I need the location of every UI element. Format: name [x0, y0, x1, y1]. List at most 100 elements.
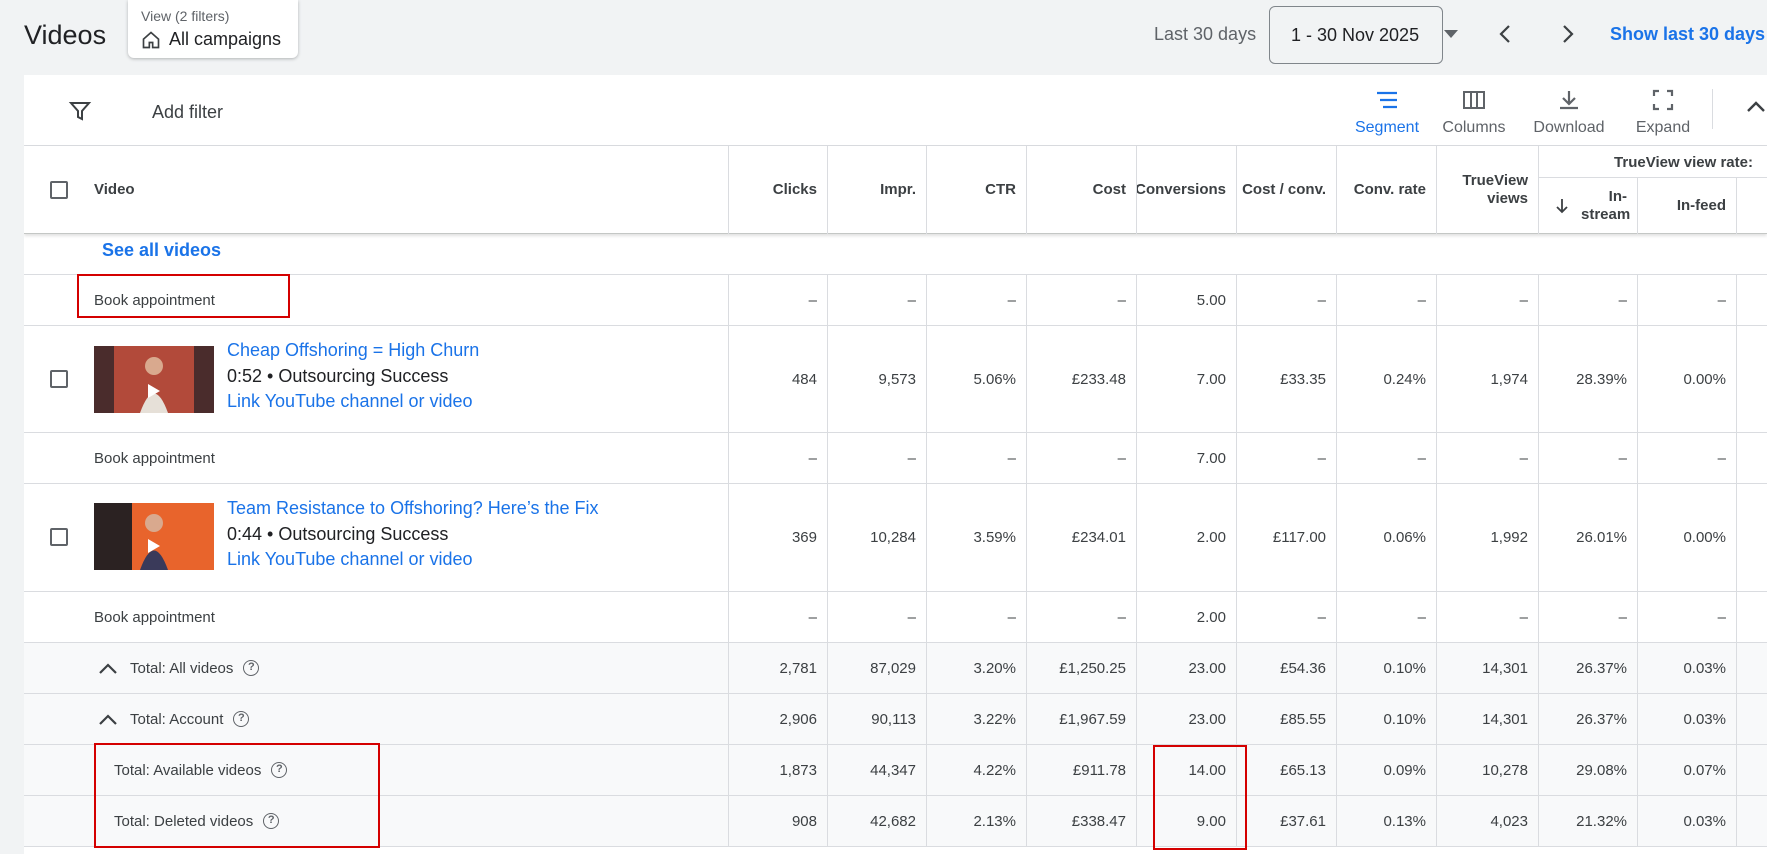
- video-thumbnail[interactable]: [94, 346, 214, 413]
- cell-more: [1736, 643, 1767, 693]
- link-youtube-link[interactable]: Link YouTube channel or video: [227, 549, 473, 570]
- cell-conversions: 5.00: [1136, 275, 1236, 325]
- columns-label: Columns: [1442, 119, 1506, 136]
- chevron-up-icon[interactable]: [98, 713, 118, 725]
- cell-trueview-views: 1,992: [1436, 484, 1538, 591]
- column-group-trueview-view-rate: TrueView view rate:: [1538, 146, 1767, 178]
- cell-trueview-views: 4,023: [1436, 796, 1538, 846]
- chevron-up-icon[interactable]: [98, 662, 118, 674]
- total-label-text: Total: Account: [130, 710, 224, 728]
- highlight-box-book-appointment: [77, 274, 290, 318]
- conversion-action-label: Book appointment: [94, 608, 215, 626]
- cell-conv-rate: 0.10%: [1336, 643, 1436, 693]
- home-icon: [142, 30, 160, 48]
- thumbnail-image: [94, 346, 214, 413]
- cell-clicks: –: [728, 433, 827, 483]
- row-checkbox[interactable]: [50, 370, 68, 388]
- column-header-cost[interactable]: Cost: [1026, 146, 1136, 234]
- video-duration: 0:44: [227, 524, 263, 544]
- link-youtube-link[interactable]: Link YouTube channel or video: [227, 391, 473, 412]
- cell-ctr: 5.06%: [926, 326, 1026, 432]
- cell-cost: £233.48: [1026, 326, 1136, 432]
- cell-cost-per-conv: £37.61: [1236, 796, 1336, 846]
- cell-impr: –: [827, 592, 926, 642]
- help-icon[interactable]: ?: [243, 660, 260, 676]
- cell-ctr: 3.20%: [926, 643, 1026, 693]
- column-header-ctr[interactable]: CTR: [926, 146, 1026, 234]
- cell-ctr: 3.22%: [926, 694, 1026, 744]
- cell-conv-rate: –: [1336, 592, 1436, 642]
- cell-clicks: –: [728, 275, 827, 325]
- cell-in-stream: –: [1538, 592, 1637, 642]
- cell-more: [1736, 484, 1767, 591]
- cell-conversions: 7.00: [1136, 433, 1236, 483]
- chevron-left-icon[interactable]: [1494, 22, 1518, 46]
- see-all-videos-link[interactable]: See all videos: [102, 240, 221, 261]
- show-last-30-days-link[interactable]: Show last 30 days: [1610, 24, 1765, 45]
- total-label: Total: Account ?: [98, 694, 250, 744]
- video-channel: Outsourcing Success: [278, 524, 449, 544]
- video-channel: Outsourcing Success: [278, 366, 449, 386]
- column-header-in-feed[interactable]: In-feed: [1637, 178, 1736, 234]
- help-icon[interactable]: ?: [233, 711, 250, 727]
- cell-clicks: 1,873: [728, 745, 827, 795]
- cell-in-feed: –: [1637, 433, 1736, 483]
- segment-button[interactable]: Segment: [1351, 87, 1423, 137]
- highlight-box-total-labels: [94, 743, 380, 848]
- cell-cost: –: [1026, 275, 1136, 325]
- cell-conv-rate: 0.24%: [1336, 326, 1436, 432]
- total-label-text: Total: All videos: [130, 659, 234, 677]
- column-header-in-stream[interactable]: In-stream: [1538, 178, 1637, 234]
- video-title-link[interactable]: Team Resistance to Offshoring? Here’s th…: [227, 498, 599, 519]
- cell-in-feed: 0.00%: [1637, 326, 1736, 432]
- cell-clicks: 369: [728, 484, 827, 591]
- columns-button[interactable]: Columns: [1438, 87, 1510, 137]
- cell-cost-per-conv: £65.13: [1236, 745, 1336, 795]
- download-label: Download: [1533, 119, 1605, 136]
- cell-cost: £1,967.59: [1026, 694, 1136, 744]
- date-range-value: 1 - 30 Nov 2025: [1291, 25, 1420, 45]
- cell-impr: 90,113: [827, 694, 926, 744]
- video-thumbnail[interactable]: [94, 503, 214, 570]
- cell-clicks: 2,781: [728, 643, 827, 693]
- page-title: Videos: [24, 20, 107, 50]
- thumbnail-image: [94, 503, 214, 570]
- video-title-link[interactable]: Cheap Offshoring = High Churn: [227, 340, 479, 361]
- add-filter-button[interactable]: Add filter: [152, 102, 223, 123]
- cell-ctr: –: [926, 433, 1026, 483]
- cell-cost: £911.78: [1026, 745, 1136, 795]
- expand-label: Expand: [1635, 119, 1691, 136]
- chevron-up-icon[interactable]: [1746, 99, 1766, 113]
- segment-icon: [1377, 91, 1397, 109]
- caret-down-icon[interactable]: [1444, 30, 1458, 38]
- total-row: Total: All videos ? 2,781 87,029 3.20% £…: [24, 643, 1767, 694]
- cell-in-stream: 26.01%: [1538, 484, 1637, 591]
- cell-trueview-views: 14,301: [1436, 694, 1538, 744]
- cell-in-stream: 28.39%: [1538, 326, 1637, 432]
- download-icon: [1560, 91, 1578, 110]
- cell-in-stream: 21.32%: [1538, 796, 1637, 846]
- column-header-clicks[interactable]: Clicks: [728, 146, 827, 234]
- column-header-cost-per-conv[interactable]: Cost / conv.: [1236, 146, 1336, 234]
- cell-cost-per-conv: £54.36: [1236, 643, 1336, 693]
- filter-icon[interactable]: [68, 99, 92, 123]
- column-header-trueview-views[interactable]: TrueView views: [1436, 146, 1538, 234]
- column-header-conv-rate[interactable]: Conv. rate: [1336, 146, 1436, 234]
- cell-clicks: –: [728, 592, 827, 642]
- column-header-video[interactable]: Video: [24, 146, 728, 234]
- expand-button[interactable]: Expand: [1627, 87, 1699, 137]
- cell-cost-per-conv: £117.00: [1236, 484, 1336, 591]
- cell-conv-rate: –: [1336, 433, 1436, 483]
- date-range-picker[interactable]: 1 - 30 Nov 2025: [1269, 6, 1443, 64]
- view-selector[interactable]: View (2 filters) All campaigns: [128, 0, 298, 58]
- video-meta: 0:52 • Outsourcing Success: [227, 366, 449, 386]
- table-header: Video Clicks Impr. CTR Cost Conversions …: [24, 146, 1767, 234]
- column-header-impr[interactable]: Impr.: [827, 146, 926, 234]
- chevron-right-icon[interactable]: [1555, 22, 1579, 46]
- download-button[interactable]: Download: [1524, 87, 1614, 137]
- column-header-conversions[interactable]: Conversions: [1136, 146, 1236, 234]
- view-value: All campaigns: [169, 29, 282, 49]
- cell-more: [1736, 433, 1767, 483]
- cell-cost: £338.47: [1026, 796, 1136, 846]
- row-checkbox[interactable]: [50, 528, 68, 546]
